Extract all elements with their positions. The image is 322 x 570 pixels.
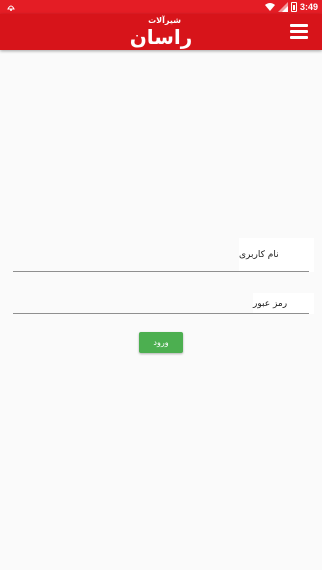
app-toolbar: شیرآلات راسان (0, 14, 322, 50)
signal-icon (277, 2, 288, 12)
battery-icon (290, 2, 297, 12)
status-bar: 3:49 (0, 0, 322, 14)
username-field[interactable] (13, 256, 309, 277)
app-logo: شیرآلات راسان (121, 16, 201, 48)
notification-icon (7, 5, 15, 11)
username-input[interactable] (13, 261, 309, 277)
login-button[interactable]: ورود (139, 332, 183, 353)
status-time: 3:49 (299, 2, 318, 12)
wifi-icon (264, 3, 275, 11)
logo-subtitle: شیرآلات (148, 16, 181, 25)
password-field[interactable] (13, 298, 309, 319)
logo-title: راسان (129, 25, 193, 49)
hamburger-menu-icon[interactable] (290, 24, 308, 40)
password-input[interactable] (13, 303, 309, 319)
